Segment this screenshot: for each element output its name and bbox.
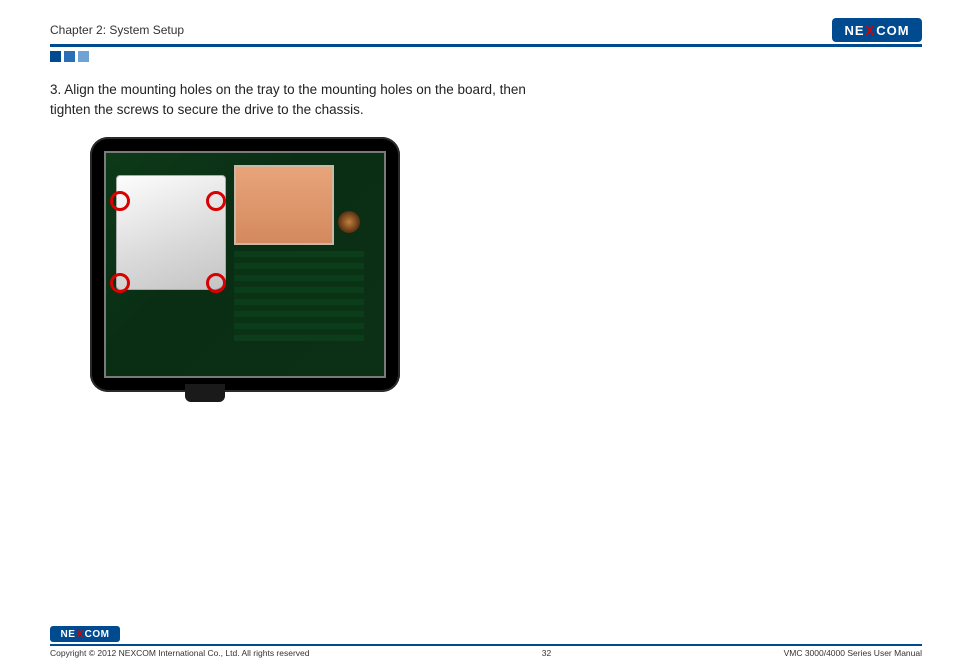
inductor-coil bbox=[338, 211, 360, 233]
square-icon bbox=[50, 51, 61, 62]
square-icon bbox=[78, 51, 89, 62]
heatsink-block bbox=[234, 165, 334, 245]
logo-part-right: COM bbox=[876, 23, 909, 38]
document-page: Chapter 2: System Setup NEXCOM 3. Align … bbox=[0, 0, 954, 672]
footer-rule bbox=[50, 644, 922, 646]
screw-marker-icon bbox=[110, 273, 130, 293]
pcb-components bbox=[234, 251, 364, 341]
logo-part-right: COM bbox=[85, 629, 110, 640]
manual-title: VMC 3000/4000 Series User Manual bbox=[784, 648, 922, 658]
decorative-squares bbox=[50, 51, 922, 62]
logo-part-x: X bbox=[866, 23, 876, 38]
footer-text-row: Copyright © 2012 NEXCOM International Co… bbox=[50, 648, 922, 658]
header-rule bbox=[50, 44, 922, 47]
screw-marker-icon bbox=[110, 191, 130, 211]
step-number: 3. bbox=[50, 82, 61, 97]
screw-marker-icon bbox=[206, 191, 226, 211]
page-header: Chapter 2: System Setup NEXCOM bbox=[50, 18, 922, 42]
chassis-tab bbox=[185, 384, 225, 402]
nexcom-logo-bottom: NEXCOM bbox=[50, 626, 120, 642]
page-footer: NEXCOM Copyright © 2012 NEXCOM Internati… bbox=[50, 626, 922, 658]
chapter-title: Chapter 2: System Setup bbox=[50, 23, 184, 37]
copyright-text: Copyright © 2012 NEXCOM International Co… bbox=[50, 648, 310, 658]
square-icon bbox=[64, 51, 75, 62]
screw-marker-icon bbox=[206, 273, 226, 293]
page-number: 32 bbox=[310, 648, 784, 658]
logo-part-x: X bbox=[76, 629, 83, 640]
step-description: Align the mounting holes on the tray to … bbox=[50, 82, 526, 117]
logo-part-left: NE bbox=[844, 23, 864, 38]
logo-part-left: NE bbox=[61, 629, 76, 640]
instruction-step: 3. Align the mounting holes on the tray … bbox=[50, 80, 570, 119]
circuit-board-image bbox=[104, 151, 386, 378]
hardware-photo bbox=[90, 137, 400, 392]
nexcom-logo-top: NEXCOM bbox=[832, 18, 922, 42]
